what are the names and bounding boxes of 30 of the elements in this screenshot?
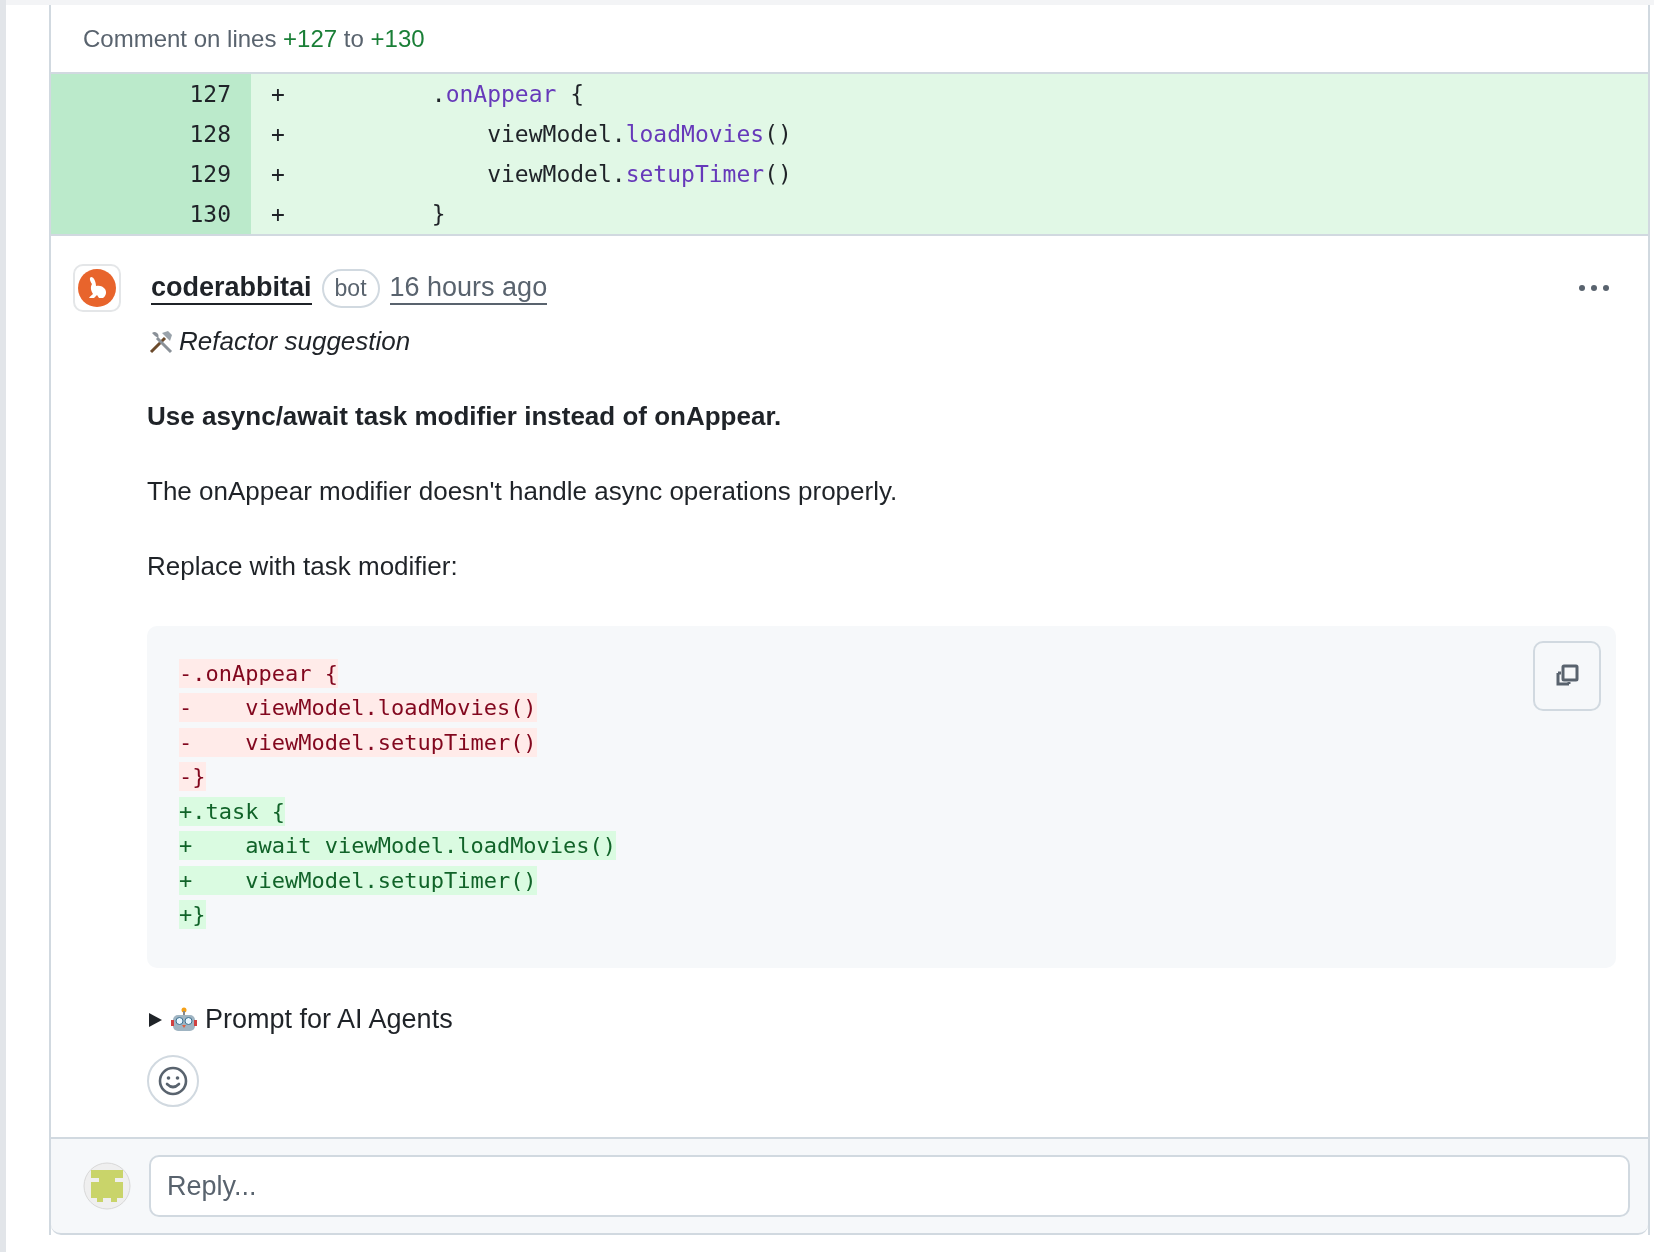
comment-text: The onAppear modifier doesn't handle async operations properly.	[147, 476, 899, 507]
diff-sign: +	[271, 81, 286, 107]
details-toggle[interactable]: Prompt for AI Agents	[147, 1004, 453, 1035]
ellipsis-icon	[1578, 284, 1610, 292]
diff-sign: +	[271, 161, 286, 187]
code-line: }	[430, 201, 446, 227]
bot-label: bot	[321, 268, 380, 308]
user-avatar-icon	[81, 1160, 133, 1212]
caret-icon	[147, 1011, 163, 1028]
add-reaction-button[interactable]	[147, 1055, 199, 1107]
code-line: viewModel.setupTimer()	[486, 161, 792, 187]
line-number: 127	[51, 74, 251, 114]
robot-icon	[171, 1006, 197, 1033]
smiley-icon	[157, 1065, 189, 1097]
copy-button[interactable]	[1533, 641, 1601, 711]
line-number: 128	[51, 114, 251, 154]
line-number: 129	[51, 154, 251, 194]
comment-heading: Use async/await task modifier instead of onAppear.	[147, 401, 783, 432]
comment-text: Replace with task modifier:	[147, 551, 459, 582]
diff-sign: +	[271, 121, 286, 147]
code-line: viewModel.loadMovies()	[486, 121, 792, 147]
author-link[interactable]: coderabbitai	[151, 271, 312, 305]
line-number: 130	[51, 194, 251, 234]
timestamp-link[interactable]: 16 hours ago	[389, 271, 548, 305]
reply-field[interactable]: Reply...	[149, 1155, 1630, 1217]
diff-sign: +	[271, 201, 286, 227]
code-line: .onAppear {	[430, 81, 585, 107]
avatar-icon	[73, 264, 121, 312]
comment-context: Comment on lines +127 to +130	[83, 24, 425, 53]
suggestion-type: Refactor suggestion	[179, 326, 411, 357]
